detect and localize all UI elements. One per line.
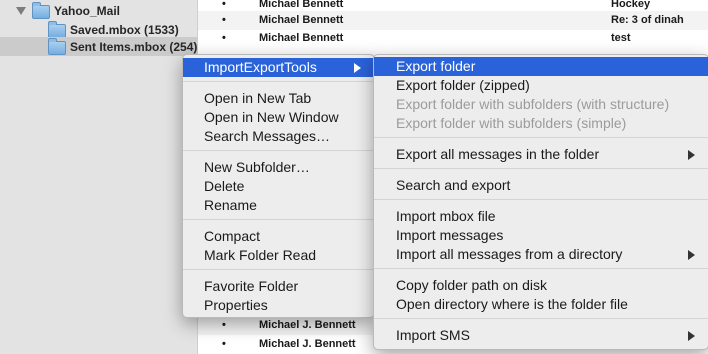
menu-separator — [183, 219, 374, 220]
menu-separator — [374, 268, 708, 269]
menu-item-new-subfolder[interactable]: New Subfolder… — [183, 158, 374, 177]
menu-item-label: Export folder with subfolders (with stru… — [396, 96, 670, 112]
menu-separator — [374, 137, 708, 138]
menu-item-compact[interactable]: Compact — [183, 227, 374, 246]
menu-separator — [183, 269, 374, 270]
menu-separator — [374, 199, 708, 200]
submenu-item-export-subfolders-structure: Export folder with subfolders (with stru… — [374, 95, 708, 114]
folder-pane: Yahoo_Mail Saved.mbox (1533) Sent Items.… — [0, 0, 198, 354]
submenu-item-export-folder[interactable]: Export folder — [374, 57, 708, 76]
menu-item-open-new-tab[interactable]: Open in New Tab — [183, 89, 374, 108]
message-sender: Michael J. Bennett — [259, 338, 356, 350]
menu-item-label: Favorite Folder — [204, 278, 299, 294]
submenu-item-copy-folder-path[interactable]: Copy folder path on disk — [374, 276, 708, 295]
folder-label: Saved.mbox (1533) — [70, 23, 179, 37]
menu-item-label: New Subfolder… — [204, 159, 310, 175]
message-subject: Re: 3 of dinah — [611, 14, 684, 26]
message-row[interactable]: • Michael Bennett test — [198, 29, 708, 48]
menu-item-mark-folder-read[interactable]: Mark Folder Read — [183, 246, 374, 265]
submenu-item-import-messages[interactable]: Import messages — [374, 226, 708, 245]
menu-item-label: Export folder with subfolders (simple) — [396, 115, 627, 131]
menu-item-label: Open in New Window — [204, 109, 339, 125]
menu-item-label: Import messages — [396, 227, 504, 243]
thread-dot-icon: • — [222, 0, 226, 10]
menu-item-open-new-window[interactable]: Open in New Window — [183, 108, 374, 127]
menu-item-label: Open directory where is the folder file — [396, 296, 628, 312]
menu-item-label: Import all messages from a directory — [396, 246, 623, 262]
message-subject: test — [611, 32, 631, 44]
menu-item-label: Mark Folder Read — [204, 247, 317, 263]
submenu-item-search-and-export[interactable]: Search and export — [374, 176, 708, 195]
menu-item-label: Export folder — [396, 58, 476, 74]
message-sender: Michael Bennett — [259, 32, 344, 44]
folder-icon — [32, 2, 50, 19]
submenu-item-export-subfolders-simple: Export folder with subfolders (simple) — [374, 114, 708, 133]
menu-separator — [374, 168, 708, 169]
expand-triangle-icon[interactable] — [16, 7, 26, 15]
menu-item-label: ImportExportTools — [204, 59, 317, 75]
message-sender: Michael J. Bennett — [259, 319, 356, 331]
menu-item-importexporttools[interactable]: ImportExportTools — [183, 58, 374, 77]
menu-item-label: Open in New Tab — [204, 90, 312, 106]
menu-item-label: Properties — [204, 297, 268, 313]
tree-row-folder-selected[interactable]: Sent Items.mbox (254) — [0, 37, 197, 56]
submenu-item-export-all-messages[interactable]: Export all messages in the folder — [374, 145, 708, 164]
submenu-item-import-sms[interactable]: Import SMS — [374, 326, 708, 345]
message-sender: Michael Bennett — [259, 0, 344, 10]
submenu-arrow-icon — [354, 63, 361, 73]
menu-item-rename[interactable]: Rename — [183, 196, 374, 215]
submenu-arrow-icon — [688, 250, 695, 260]
menu-separator — [374, 318, 708, 319]
folder-icon — [48, 38, 66, 55]
menu-item-label: Rename — [204, 197, 257, 213]
folder-icon — [48, 21, 66, 38]
submenu-item-import-mbox[interactable]: Import mbox file — [374, 207, 708, 226]
importexporttools-submenu: Export folder Export folder (zipped) Exp… — [373, 54, 708, 350]
thread-dot-icon: • — [222, 14, 226, 26]
menu-item-label: Search and export — [396, 177, 511, 193]
thread-dot-icon: • — [222, 338, 226, 350]
account-label: Yahoo_Mail — [54, 4, 121, 18]
tree-row-account[interactable]: Yahoo_Mail — [0, 1, 197, 20]
menu-item-properties[interactable]: Properties — [183, 296, 374, 315]
submenu-arrow-icon — [688, 150, 695, 160]
folder-label: Sent Items.mbox (254) — [70, 40, 198, 54]
message-subject: Hockey — [611, 0, 651, 10]
menu-item-label: Delete — [204, 178, 245, 194]
submenu-item-open-directory[interactable]: Open directory where is the folder file — [374, 295, 708, 314]
message-sender: Michael Bennett — [259, 14, 344, 26]
menu-separator — [183, 150, 374, 151]
menu-item-label: Import SMS — [396, 327, 470, 343]
submenu-item-import-from-directory[interactable]: Import all messages from a directory — [374, 245, 708, 264]
menu-item-label: Copy folder path on disk — [396, 277, 547, 293]
menu-item-label: Export all messages in the folder — [396, 146, 600, 162]
menu-item-delete[interactable]: Delete — [183, 177, 374, 196]
menu-item-label: Search Messages… — [204, 128, 331, 144]
menu-item-label: Import mbox file — [396, 208, 496, 224]
folder-context-menu: ImportExportTools Open in New Tab Open i… — [182, 54, 375, 318]
menu-item-search-messages[interactable]: Search Messages… — [183, 127, 374, 146]
submenu-arrow-icon — [688, 331, 695, 341]
menu-item-label: Compact — [204, 228, 261, 244]
thread-dot-icon: • — [222, 32, 226, 44]
menu-separator — [183, 81, 374, 82]
menu-item-label: Export folder (zipped) — [396, 77, 530, 93]
message-row[interactable]: • Michael Bennett Re: 3 of dinah — [198, 11, 708, 30]
menu-item-favorite-folder[interactable]: Favorite Folder — [183, 277, 374, 296]
thread-dot-icon: • — [222, 319, 226, 331]
submenu-item-export-folder-zipped[interactable]: Export folder (zipped) — [374, 76, 708, 95]
